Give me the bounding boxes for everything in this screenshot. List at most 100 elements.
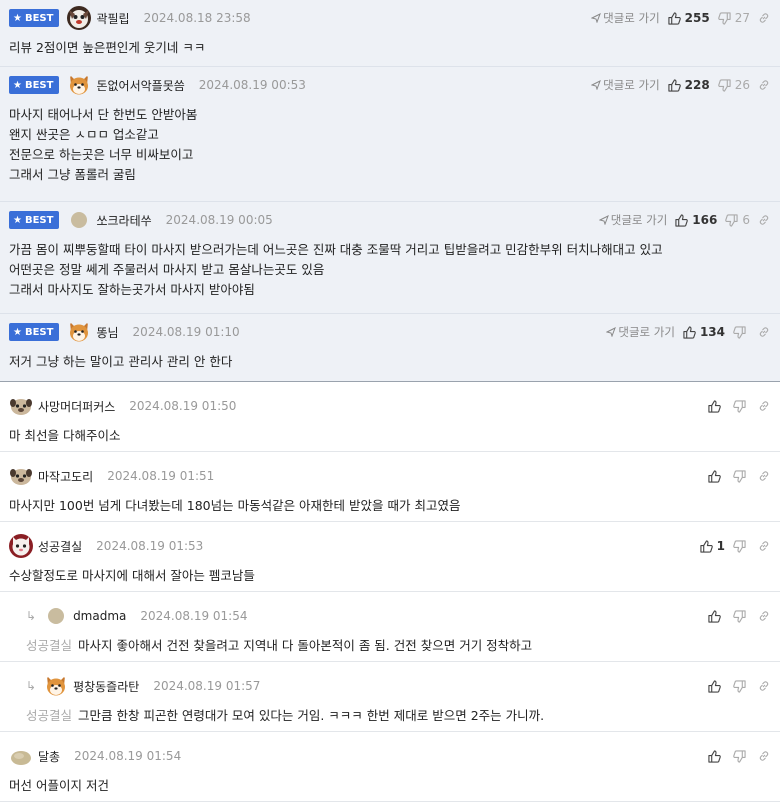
author-name[interactable]: 사망머더퍼커스 bbox=[38, 398, 115, 415]
link-icon[interactable] bbox=[758, 12, 770, 24]
link-icon[interactable] bbox=[758, 400, 770, 412]
thumbs-down-icon bbox=[733, 539, 746, 553]
author-name[interactable]: 마작고도리 bbox=[38, 468, 93, 485]
go-to-reply-link[interactable]: 댓글로 가기 bbox=[598, 212, 667, 228]
downvote-button[interactable] bbox=[733, 609, 750, 623]
go-to-reply-link[interactable]: 댓글로 가기 bbox=[591, 77, 660, 93]
comment-text-line: 성공결실 그만큼 한창 피곤한 연령대가 모여 있다는 거임. ㅋㅋㅋ 한번 제대… bbox=[26, 706, 780, 726]
comment-text-line: 리뷰 2점이면 높은편인게 웃기네 ㅋㅋ bbox=[9, 38, 780, 58]
comment-text: 마 최선을 다해주이소 bbox=[9, 428, 121, 443]
avatar[interactable] bbox=[9, 534, 33, 558]
comment-actions: 댓글로 가기 166 6 bbox=[598, 208, 770, 232]
reply-arrow-icon: ↳ bbox=[26, 679, 37, 693]
downvote-button[interactable] bbox=[733, 325, 750, 339]
comment-header: ★ BEST 돈없어서악플못씀 2024.08.19 00:53 댓글로 가기 228 26 bbox=[9, 73, 780, 97]
comment-text-line: 수상할정도로 마사지에 대해서 잘아는 펨코남들 bbox=[9, 566, 780, 586]
comment-actions bbox=[708, 744, 770, 768]
link-icon[interactable] bbox=[758, 750, 770, 762]
thumbs-down-icon bbox=[725, 213, 738, 227]
avatar[interactable] bbox=[9, 744, 33, 768]
avatar[interactable] bbox=[9, 464, 33, 488]
upvote-button[interactable]: 1 bbox=[700, 539, 725, 553]
thumbs-down-icon bbox=[717, 78, 731, 92]
avatar[interactable] bbox=[9, 394, 33, 418]
link-icon[interactable] bbox=[758, 540, 770, 552]
upvote-button[interactable]: 255 bbox=[668, 11, 710, 25]
avatar[interactable] bbox=[44, 604, 68, 628]
downvote-button[interactable]: 6 bbox=[725, 213, 750, 227]
avatar[interactable] bbox=[67, 73, 91, 97]
comment-text-line: 마 최선을 다해주이소 bbox=[9, 426, 780, 446]
avatar[interactable] bbox=[67, 6, 92, 30]
comment-text-line: 그래서 그냥 폼롤러 굴림 bbox=[9, 165, 780, 185]
best-comment: ★ BEST 똥님 2024.08.19 01:10 댓글로 가기 134 저거 그냥 하는… bbox=[0, 314, 780, 382]
author-name[interactable]: 쏘크라테쑤 bbox=[96, 212, 151, 229]
upvote-button[interactable]: 228 bbox=[668, 78, 710, 92]
thumbs-up-icon bbox=[668, 78, 681, 92]
downvote-button[interactable]: 27 bbox=[717, 11, 750, 25]
thumbs-down-icon bbox=[733, 469, 746, 483]
star-icon: ★ bbox=[13, 214, 22, 226]
best-label: BEST bbox=[24, 79, 54, 91]
comment-actions: 댓글로 가기 228 26 bbox=[591, 73, 770, 97]
comment-text: 왠지 싼곳은 ㅅㅁㅁ 업소같고 bbox=[9, 127, 159, 142]
comment-header: ↳ 평창동즐라탄 2024.08.19 01:57 bbox=[26, 674, 780, 698]
link-icon[interactable] bbox=[758, 326, 770, 338]
downvote-button[interactable] bbox=[733, 399, 750, 413]
best-comment: ★ BEST 쏘크라테쑤 2024.08.19 00:05 댓글로 가기 166 6 가끔 몸… bbox=[0, 202, 780, 314]
comment-body: 머선 어플이지 저건 bbox=[9, 776, 780, 796]
go-to-reply-link[interactable]: 댓글로 가기 bbox=[591, 10, 660, 26]
author-name[interactable]: 돈없어서악플못씀 bbox=[96, 77, 184, 94]
comment-date: 2024.08.19 00:53 bbox=[198, 78, 306, 92]
thumbs-up-icon bbox=[668, 11, 681, 25]
comment-text: 전문으로 하는곳은 너무 비싸보이고 bbox=[9, 147, 194, 162]
author-name[interactable]: 달총 bbox=[38, 748, 60, 765]
downvote-button[interactable]: 26 bbox=[717, 78, 750, 92]
upvote-button[interactable]: 166 bbox=[675, 213, 717, 227]
link-icon[interactable] bbox=[758, 79, 770, 91]
upvote-button[interactable] bbox=[708, 399, 725, 413]
author-name[interactable]: dmadma bbox=[73, 609, 126, 623]
best-badge: ★ BEST bbox=[9, 9, 60, 27]
star-icon: ★ bbox=[13, 326, 22, 338]
downvote-button[interactable] bbox=[733, 679, 750, 693]
comment-body: 수상할정도로 마사지에 대해서 잘아는 펨코남들 bbox=[9, 566, 780, 586]
author-name[interactable]: 곽필립 bbox=[96, 10, 129, 27]
comment-body: 가끔 몸이 찌뿌둥할때 타이 마사지 받으러가는데 어느곳은 진짜 대충 조물딱… bbox=[9, 240, 780, 300]
upvote-button[interactable] bbox=[708, 609, 725, 623]
avatar[interactable] bbox=[67, 208, 91, 232]
thumbs-up-icon bbox=[708, 469, 721, 483]
avatar[interactable] bbox=[44, 674, 68, 698]
downvote-button[interactable] bbox=[733, 539, 750, 553]
thumbs-up-icon bbox=[708, 679, 721, 693]
comment-text: 그래서 마사지도 잘하는곳가서 마사지 받아야됨 bbox=[9, 282, 255, 297]
link-icon[interactable] bbox=[758, 610, 770, 622]
comment-date: 2024.08.19 01:10 bbox=[132, 325, 240, 339]
send-icon bbox=[591, 80, 602, 90]
downvote-button[interactable] bbox=[733, 469, 750, 483]
author-name[interactable]: 똥님 bbox=[96, 324, 118, 341]
upvote-button[interactable] bbox=[708, 469, 725, 483]
comment-date: 2024.08.19 01:57 bbox=[153, 679, 261, 693]
best-badge: ★ BEST bbox=[9, 211, 60, 229]
upvote-button[interactable] bbox=[708, 749, 725, 763]
upvote-button[interactable]: 134 bbox=[683, 325, 725, 339]
comment-text: 그만큼 한창 피곤한 연령대가 모여 있다는 거임. ㅋㅋㅋ 한번 제대로 받으… bbox=[78, 708, 545, 723]
downvote-count: 6 bbox=[742, 213, 750, 227]
upvote-button[interactable] bbox=[708, 679, 725, 693]
thumbs-down-icon bbox=[733, 325, 746, 339]
mention-name[interactable]: 성공결실 bbox=[26, 708, 72, 723]
link-icon[interactable] bbox=[758, 680, 770, 692]
link-icon[interactable] bbox=[758, 214, 770, 226]
author-name[interactable]: 성공결실 bbox=[38, 538, 82, 555]
go-to-reply-label: 댓글로 가기 bbox=[618, 325, 675, 339]
mention-name[interactable]: 성공결실 bbox=[26, 638, 72, 653]
link-icon[interactable] bbox=[758, 470, 770, 482]
comment-text: 가끔 몸이 찌뿌둥할때 타이 마사지 받으러가는데 어느곳은 진짜 대충 조물딱… bbox=[9, 242, 663, 257]
author-name[interactable]: 평창동즐라탄 bbox=[73, 678, 139, 695]
avatar[interactable] bbox=[67, 320, 91, 344]
comment-body: 성공결실 마사지 좋아해서 건전 찾을려고 지역내 다 돌아본적이 좀 됨. 건전… bbox=[26, 636, 780, 656]
downvote-button[interactable] bbox=[733, 749, 750, 763]
go-to-reply-link[interactable]: 댓글로 가기 bbox=[606, 324, 675, 340]
thumbs-up-icon bbox=[708, 749, 721, 763]
